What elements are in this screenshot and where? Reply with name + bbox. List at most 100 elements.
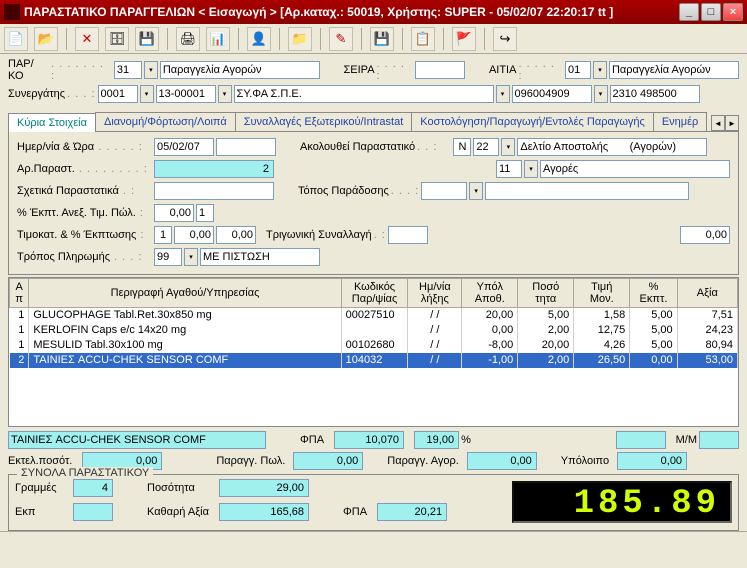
table-row[interactable]: 1MESULID Tabl.30x100 mg00102680/ /-8,002… (10, 338, 738, 353)
seira-label: ΣΕΙΡΑ (343, 64, 374, 76)
tab-intrastat[interactable]: Συναλλαγές Εξωτερικού/Intrastat (235, 112, 413, 131)
tab-cost[interactable]: Κοστολόγηση/Παραγωγή/Εντολές Παραγωγής (411, 112, 654, 131)
col-qty[interactable]: Ποσό τητα (518, 279, 574, 308)
parko-desc[interactable] (160, 61, 320, 79)
parpol-value[interactable] (293, 452, 363, 470)
parko-code[interactable] (114, 61, 142, 79)
code11-lookup[interactable]: ▾ (524, 160, 538, 178)
pct-symbol: % (461, 434, 471, 446)
date-input[interactable] (154, 138, 214, 156)
timokat-v1[interactable] (154, 226, 172, 244)
col-date[interactable]: Ημ/νία λήξης (408, 279, 462, 308)
fpa-pct[interactable] (414, 431, 459, 449)
arpar-input[interactable] (154, 160, 274, 178)
syn-lookup1[interactable]: ▾ (140, 85, 154, 103)
open-icon[interactable]: 📂 (34, 27, 58, 51)
arpar-label: Αρ.Παραστ. (17, 163, 75, 175)
print-icon[interactable]: 🖨 (176, 27, 200, 51)
ekpt-v1[interactable] (154, 204, 194, 222)
db-icon[interactable]: 🗄 (105, 27, 129, 51)
trig-label: Τριγωνική Συναλλαγή (266, 229, 372, 241)
close-button[interactable]: × (723, 3, 743, 21)
syn-code2[interactable] (156, 85, 216, 103)
tab-scroll-left[interactable]: ◄ (711, 115, 725, 131)
syn-lookup3[interactable]: ▾ (496, 85, 510, 103)
mm-field2[interactable] (699, 431, 739, 449)
table-row[interactable]: 2ΤΑΙΝΙΕΣ ACCU-CHEK SENSOR COMF104032/ /-… (10, 353, 738, 368)
pay-lookup[interactable]: ▾ (184, 248, 198, 266)
ekpt-label: % Έκπτ. Ανεξ. Τιμ. Πώλ. (17, 207, 136, 219)
maximize-button[interactable]: □ (701, 3, 721, 21)
edit-icon[interactable]: ✎ (329, 27, 353, 51)
col-val[interactable]: Αξία (677, 279, 737, 308)
code11-input[interactable] (496, 160, 522, 178)
tab-main[interactable]: Κύρια Στοιχεία (8, 113, 96, 132)
total-fpa-value[interactable] (377, 503, 447, 521)
col-code[interactable]: Κωδικός Παρ/ψίας (341, 279, 408, 308)
follow-lookup[interactable]: ▾ (501, 138, 515, 156)
user-icon[interactable]: 👤 (247, 27, 271, 51)
save-icon[interactable]: 💾 (135, 27, 159, 51)
floppy-icon[interactable]: 💾 (370, 27, 394, 51)
delete-icon[interactable]: ✕ (75, 27, 99, 51)
col-ap[interactable]: Α π (10, 279, 29, 308)
table-row[interactable]: 1KERLOFIN Caps e/c 14x20 mg/ /0,002,0012… (10, 323, 738, 338)
tab-bar: Κύρια Στοιχεία Διανομή/Φόρτωση/Λοιπά Συν… (8, 112, 739, 132)
seira-input[interactable] (415, 61, 465, 79)
lines-value[interactable] (73, 479, 113, 497)
ekpt-v2[interactable] (196, 204, 214, 222)
col-stock[interactable]: Υπόλ Αποθ. (462, 279, 518, 308)
syn-desc[interactable] (234, 85, 494, 103)
pay-code[interactable] (154, 248, 182, 266)
trig-input1[interactable] (388, 226, 428, 244)
app-icon (4, 4, 20, 20)
aitia-lookup[interactable]: ▾ (593, 61, 607, 79)
ekp-value[interactable] (73, 503, 113, 521)
syn-phone1[interactable] (512, 85, 592, 103)
col-desc[interactable]: Περιγραφή Αγαθού/Υπηρεσίας (29, 279, 341, 308)
follow-desc[interactable] (517, 138, 707, 156)
parko-lookup[interactable]: ▾ (144, 61, 158, 79)
ypol-value[interactable] (617, 452, 687, 470)
follow-n[interactable] (453, 138, 471, 156)
fpa-value[interactable] (334, 431, 404, 449)
tab-scroll-right[interactable]: ► (725, 115, 739, 131)
timokat-v2[interactable] (174, 226, 214, 244)
chart-icon[interactable]: 📊 (206, 27, 230, 51)
parago-value[interactable] (467, 452, 537, 470)
syn-phone2[interactable] (610, 85, 700, 103)
trig-val[interactable] (680, 226, 730, 244)
titlebar: ΠΑΡΑΣΤΑΤΙΚΟ ΠΑΡΑΓΓΕΛΙΩΝ < Εισαγωγή > [Αρ… (0, 0, 747, 24)
follow-code[interactable] (473, 138, 499, 156)
col-price[interactable]: Τιμή Μον. (574, 279, 630, 308)
minimize-button[interactable]: _ (679, 3, 699, 21)
folder-icon[interactable]: 📁 (288, 27, 312, 51)
pay-desc[interactable] (200, 248, 320, 266)
qty-value[interactable] (219, 479, 309, 497)
timokat-label: Τιμοκατ. & % Έκπτωσης (17, 229, 136, 241)
milestone-icon[interactable]: 🚩 (452, 27, 476, 51)
selected-desc[interactable] (8, 431, 266, 449)
aitia-code[interactable] (565, 61, 591, 79)
sxet-input[interactable] (154, 182, 274, 200)
mm-field1[interactable] (616, 431, 666, 449)
topos-desc[interactable] (485, 182, 689, 200)
tab-update[interactable]: Ενημέρ (653, 112, 707, 131)
topos-lookup[interactable]: ▾ (469, 182, 483, 200)
syn-lookup4[interactable]: ▾ (594, 85, 608, 103)
net-value[interactable] (219, 503, 309, 521)
aitia-desc[interactable] (609, 61, 739, 79)
topos-input[interactable] (421, 182, 467, 200)
new-icon[interactable]: 📄 (4, 27, 28, 51)
syn-code1[interactable] (98, 85, 138, 103)
table-row[interactable]: 1GLUCOPHAGE Tabl.Ret.30x850 mg00027510/ … (10, 308, 738, 323)
exit-icon[interactable]: ↪ (493, 27, 517, 51)
col-disc[interactable]: % Εκπτ. (630, 279, 677, 308)
code11-desc[interactable] (540, 160, 730, 178)
copy-icon[interactable]: 📋 (411, 27, 435, 51)
timokat-v3[interactable] (216, 226, 256, 244)
time-input[interactable] (216, 138, 276, 156)
items-grid[interactable]: Α π Περιγραφή Αγαθού/Υπηρεσίας Κωδικός Π… (8, 277, 739, 427)
tab-dist[interactable]: Διανομή/Φόρτωση/Λοιπά (95, 112, 236, 131)
syn-lookup2[interactable]: ▾ (218, 85, 232, 103)
